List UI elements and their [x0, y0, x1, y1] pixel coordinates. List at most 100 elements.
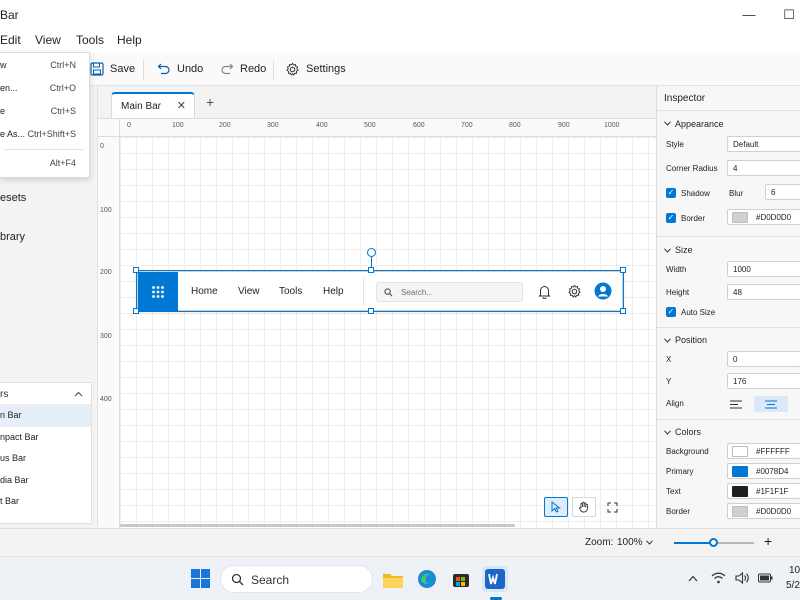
chevron-up-icon[interactable]	[688, 575, 698, 582]
design-nav-tools[interactable]: Tools	[279, 286, 302, 297]
taskbar-store[interactable]	[448, 566, 474, 592]
layer-item[interactable]: us Bar	[0, 448, 91, 470]
minimize-button[interactable]: —	[734, 4, 764, 26]
clock-date[interactable]: 5/2	[786, 580, 800, 591]
border-label: Border	[681, 214, 706, 223]
taskbar-word[interactable]	[482, 566, 508, 592]
zoom-slider-thumb[interactable]	[709, 538, 718, 547]
resize-handle-bottom-left[interactable]	[133, 308, 139, 314]
section-position[interactable]: Position	[675, 335, 707, 345]
sidebar-item-library[interactable]: brary	[0, 231, 25, 243]
wifi-icon[interactable]	[711, 572, 726, 584]
design-nav-view[interactable]: View	[238, 286, 260, 297]
layer-item[interactable]: t Bar	[0, 491, 91, 513]
taskbar-edge[interactable]	[414, 566, 440, 592]
resize-handle-top-right[interactable]	[620, 267, 626, 273]
gear-icon[interactable]	[567, 284, 582, 299]
corner-radius-input[interactable]: 4	[727, 160, 800, 176]
menu-item-new[interactable]: w Ctrl+N	[0, 55, 90, 77]
menu-item-open[interactable]: en... Ctrl+O	[0, 78, 90, 100]
design-search-input[interactable]: Search...	[376, 282, 523, 302]
chevron-down-icon[interactable]	[664, 338, 671, 343]
taskbar-search-label: Search	[251, 573, 290, 587]
section-colors[interactable]: Colors	[675, 427, 701, 437]
layer-item[interactable]: dia Bar	[0, 470, 91, 492]
redo-button[interactable]: Redo	[220, 59, 266, 79]
resize-handle-bottom-right[interactable]	[620, 308, 626, 314]
text-color-swatch[interactable]	[732, 486, 748, 497]
menu-tools[interactable]: Tools	[76, 33, 104, 47]
ruler-tick-label: 700	[461, 122, 473, 129]
tab-main-bar[interactable]: Main Bar ✕	[111, 92, 195, 118]
clock-time[interactable]: 10	[789, 565, 800, 576]
background-color-swatch[interactable]	[732, 446, 748, 457]
settings-button[interactable]: Settings	[285, 59, 346, 79]
border-color-swatch[interactable]	[732, 212, 748, 223]
window-title: Bar	[0, 8, 19, 22]
blur-input[interactable]: 6	[765, 184, 800, 200]
align-center-button[interactable]	[754, 396, 788, 412]
pointer-tool-button[interactable]	[544, 497, 568, 517]
style-select[interactable]: Default	[727, 136, 800, 152]
layers-header-label: rs	[0, 389, 9, 400]
layers-header[interactable]: rs	[0, 383, 91, 405]
bell-icon[interactable]	[538, 284, 551, 299]
zoom-value[interactable]: 100%	[617, 537, 643, 548]
x-input[interactable]: 0	[727, 351, 800, 367]
resize-handle-bottom[interactable]	[368, 308, 374, 314]
save-button[interactable]: Save	[90, 59, 135, 79]
section-appearance[interactable]: Appearance	[675, 119, 724, 129]
speaker-icon[interactable]	[735, 572, 750, 584]
shadow-checkbox[interactable]: ✓	[666, 188, 676, 198]
sidebar-item-presets[interactable]: esets	[0, 192, 26, 204]
chevron-down-icon[interactable]	[646, 540, 653, 545]
zoom-slider-track[interactable]	[674, 538, 754, 547]
chevron-down-icon[interactable]	[664, 121, 671, 126]
resize-handle-top-left[interactable]	[133, 267, 139, 273]
taskbar-search-box[interactable]: Search	[220, 565, 373, 593]
windows-start-icon[interactable]	[191, 569, 210, 588]
undo-button[interactable]: Undo	[157, 59, 203, 79]
chevron-down-icon[interactable]	[664, 248, 671, 253]
save-label: Save	[110, 63, 136, 75]
chevron-up-icon[interactable]	[74, 391, 83, 397]
fit-screen-button[interactable]	[600, 497, 624, 517]
primary-color-swatch[interactable]	[732, 466, 748, 477]
taskbar-file-explorer[interactable]	[380, 566, 406, 592]
user-avatar-icon[interactable]	[594, 282, 612, 300]
width-input[interactable]: 1000	[727, 261, 800, 277]
menu-item-save-as[interactable]: e As... Ctrl+Shift+S	[0, 124, 90, 146]
horizontal-scrollbar[interactable]	[120, 524, 515, 527]
design-nav-home[interactable]: Home	[191, 286, 218, 297]
menu-view[interactable]: View	[35, 33, 61, 47]
design-nav-bar[interactable]: Home View Tools Help Search...	[137, 271, 623, 312]
add-tab-button[interactable]: +	[206, 94, 214, 110]
chevron-down-icon[interactable]	[664, 430, 671, 435]
section-size[interactable]: Size	[675, 245, 693, 255]
y-input[interactable]: 176	[727, 373, 800, 389]
auto-size-checkbox[interactable]: ✓	[666, 307, 676, 317]
resize-handle-top[interactable]	[368, 267, 374, 273]
maximize-button[interactable]: ☐	[774, 4, 800, 26]
inspector-divider	[657, 327, 800, 328]
zoom-in-button[interactable]: +	[764, 533, 772, 549]
layer-item[interactable]: n Bar	[0, 405, 91, 427]
border-checkbox[interactable]: ✓	[666, 213, 676, 223]
height-input[interactable]: 48	[727, 284, 800, 300]
menu-item-exit[interactable]: Alt+F4	[0, 153, 90, 175]
pan-tool-button[interactable]	[572, 497, 596, 517]
rotate-handle[interactable]	[367, 248, 376, 257]
design-nav-help[interactable]: Help	[323, 286, 344, 297]
align-left-button[interactable]	[719, 396, 753, 412]
layer-item[interactable]: npact Bar	[0, 427, 91, 449]
ruler-tick-label: 300	[100, 333, 112, 340]
close-icon[interactable]: ✕	[177, 99, 186, 112]
menu-item-save[interactable]: e Ctrl+S	[0, 101, 90, 123]
border-color-swatch[interactable]	[732, 506, 748, 517]
menu-help[interactable]: Help	[117, 33, 142, 47]
battery-icon[interactable]	[758, 573, 773, 583]
design-canvas[interactable]: 0 100 200 300 400 500 600 700 800 900 10…	[98, 118, 656, 529]
app-launcher-tile[interactable]	[138, 272, 178, 312]
menu-edit[interactable]: Edit	[0, 33, 21, 47]
align-label: Align	[666, 399, 684, 408]
